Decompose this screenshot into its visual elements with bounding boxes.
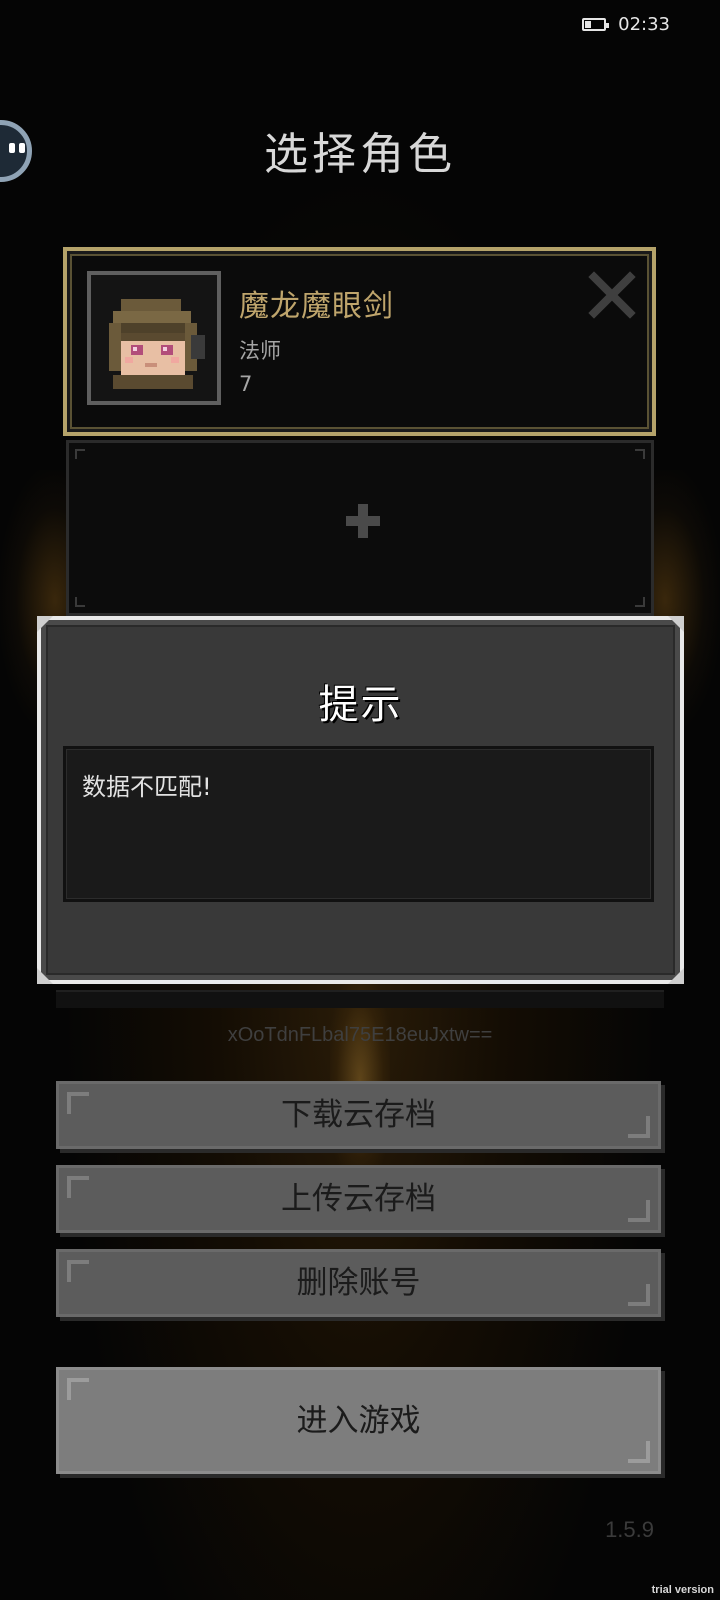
button-corner [628,1284,650,1306]
screen: 02:33 选择角色 魔龙魔眼剑 法师 7 提示 数据不匹配! xOoTdnFL… [0,0,720,1600]
delete-account-label: 删除账号 [296,1265,421,1300]
button-corner [628,1116,650,1138]
alert-dialog[interactable]: 提示 数据不匹配! [37,616,684,984]
character-name: 魔龙魔眼剑 [239,289,394,324]
button-corner [628,1200,650,1222]
slot-corner [635,449,645,459]
trial-watermark: trial version [651,1584,714,1596]
dialog-corner [668,968,684,984]
delete-character-close-icon[interactable] [588,271,636,319]
dialog-title: 提示 [318,682,403,728]
upload-cloud-save-label: 上传云存档 [281,1181,436,1216]
plus-icon [346,504,380,538]
background-light-beam [330,980,390,1180]
button-corner [67,1176,89,1198]
button-corner [628,1441,650,1463]
dialog-message: 数据不匹配! [82,773,212,801]
upload-cloud-save-button[interactable]: 上传云存档 [56,1165,661,1233]
button-corner [67,1378,89,1400]
page-title: 选择角色 [264,129,456,180]
delete-account-button[interactable]: 删除账号 [56,1249,661,1317]
character-level: 7 [239,372,253,396]
slot-corner [75,597,85,607]
button-corner [67,1092,89,1114]
character-slot-1[interactable]: 魔龙魔眼剑 法师 7 [63,247,656,436]
character-class: 法师 [239,339,281,363]
dialog-corner [37,968,53,984]
dialog-corner [37,616,53,632]
enter-game-button[interactable]: 进入游戏 [56,1367,661,1474]
hooded-mage-portrait-icon [91,275,217,401]
enter-game-label: 进入游戏 [296,1403,421,1438]
status-bar: 02:33 [582,14,670,35]
dialog-corner [668,616,684,632]
version-label: 1.5.9 [605,1517,654,1542]
button-corner [67,1260,89,1282]
character-avatar [87,271,221,405]
divider-bar [56,990,664,1008]
slot-corner [75,449,85,459]
account-id: xOoTdnFLbal75E18euJxtw== [227,1024,493,1046]
slot-corner [635,597,645,607]
battery-level [585,21,592,28]
battery-icon [582,18,610,31]
dialog-message-box: 数据不匹配! [63,746,654,902]
download-cloud-save-label: 下载云存档 [281,1097,436,1132]
download-cloud-save-button[interactable]: 下载云存档 [56,1081,661,1149]
status-time: 02:33 [618,14,670,35]
character-slot-2-empty[interactable] [66,440,654,616]
